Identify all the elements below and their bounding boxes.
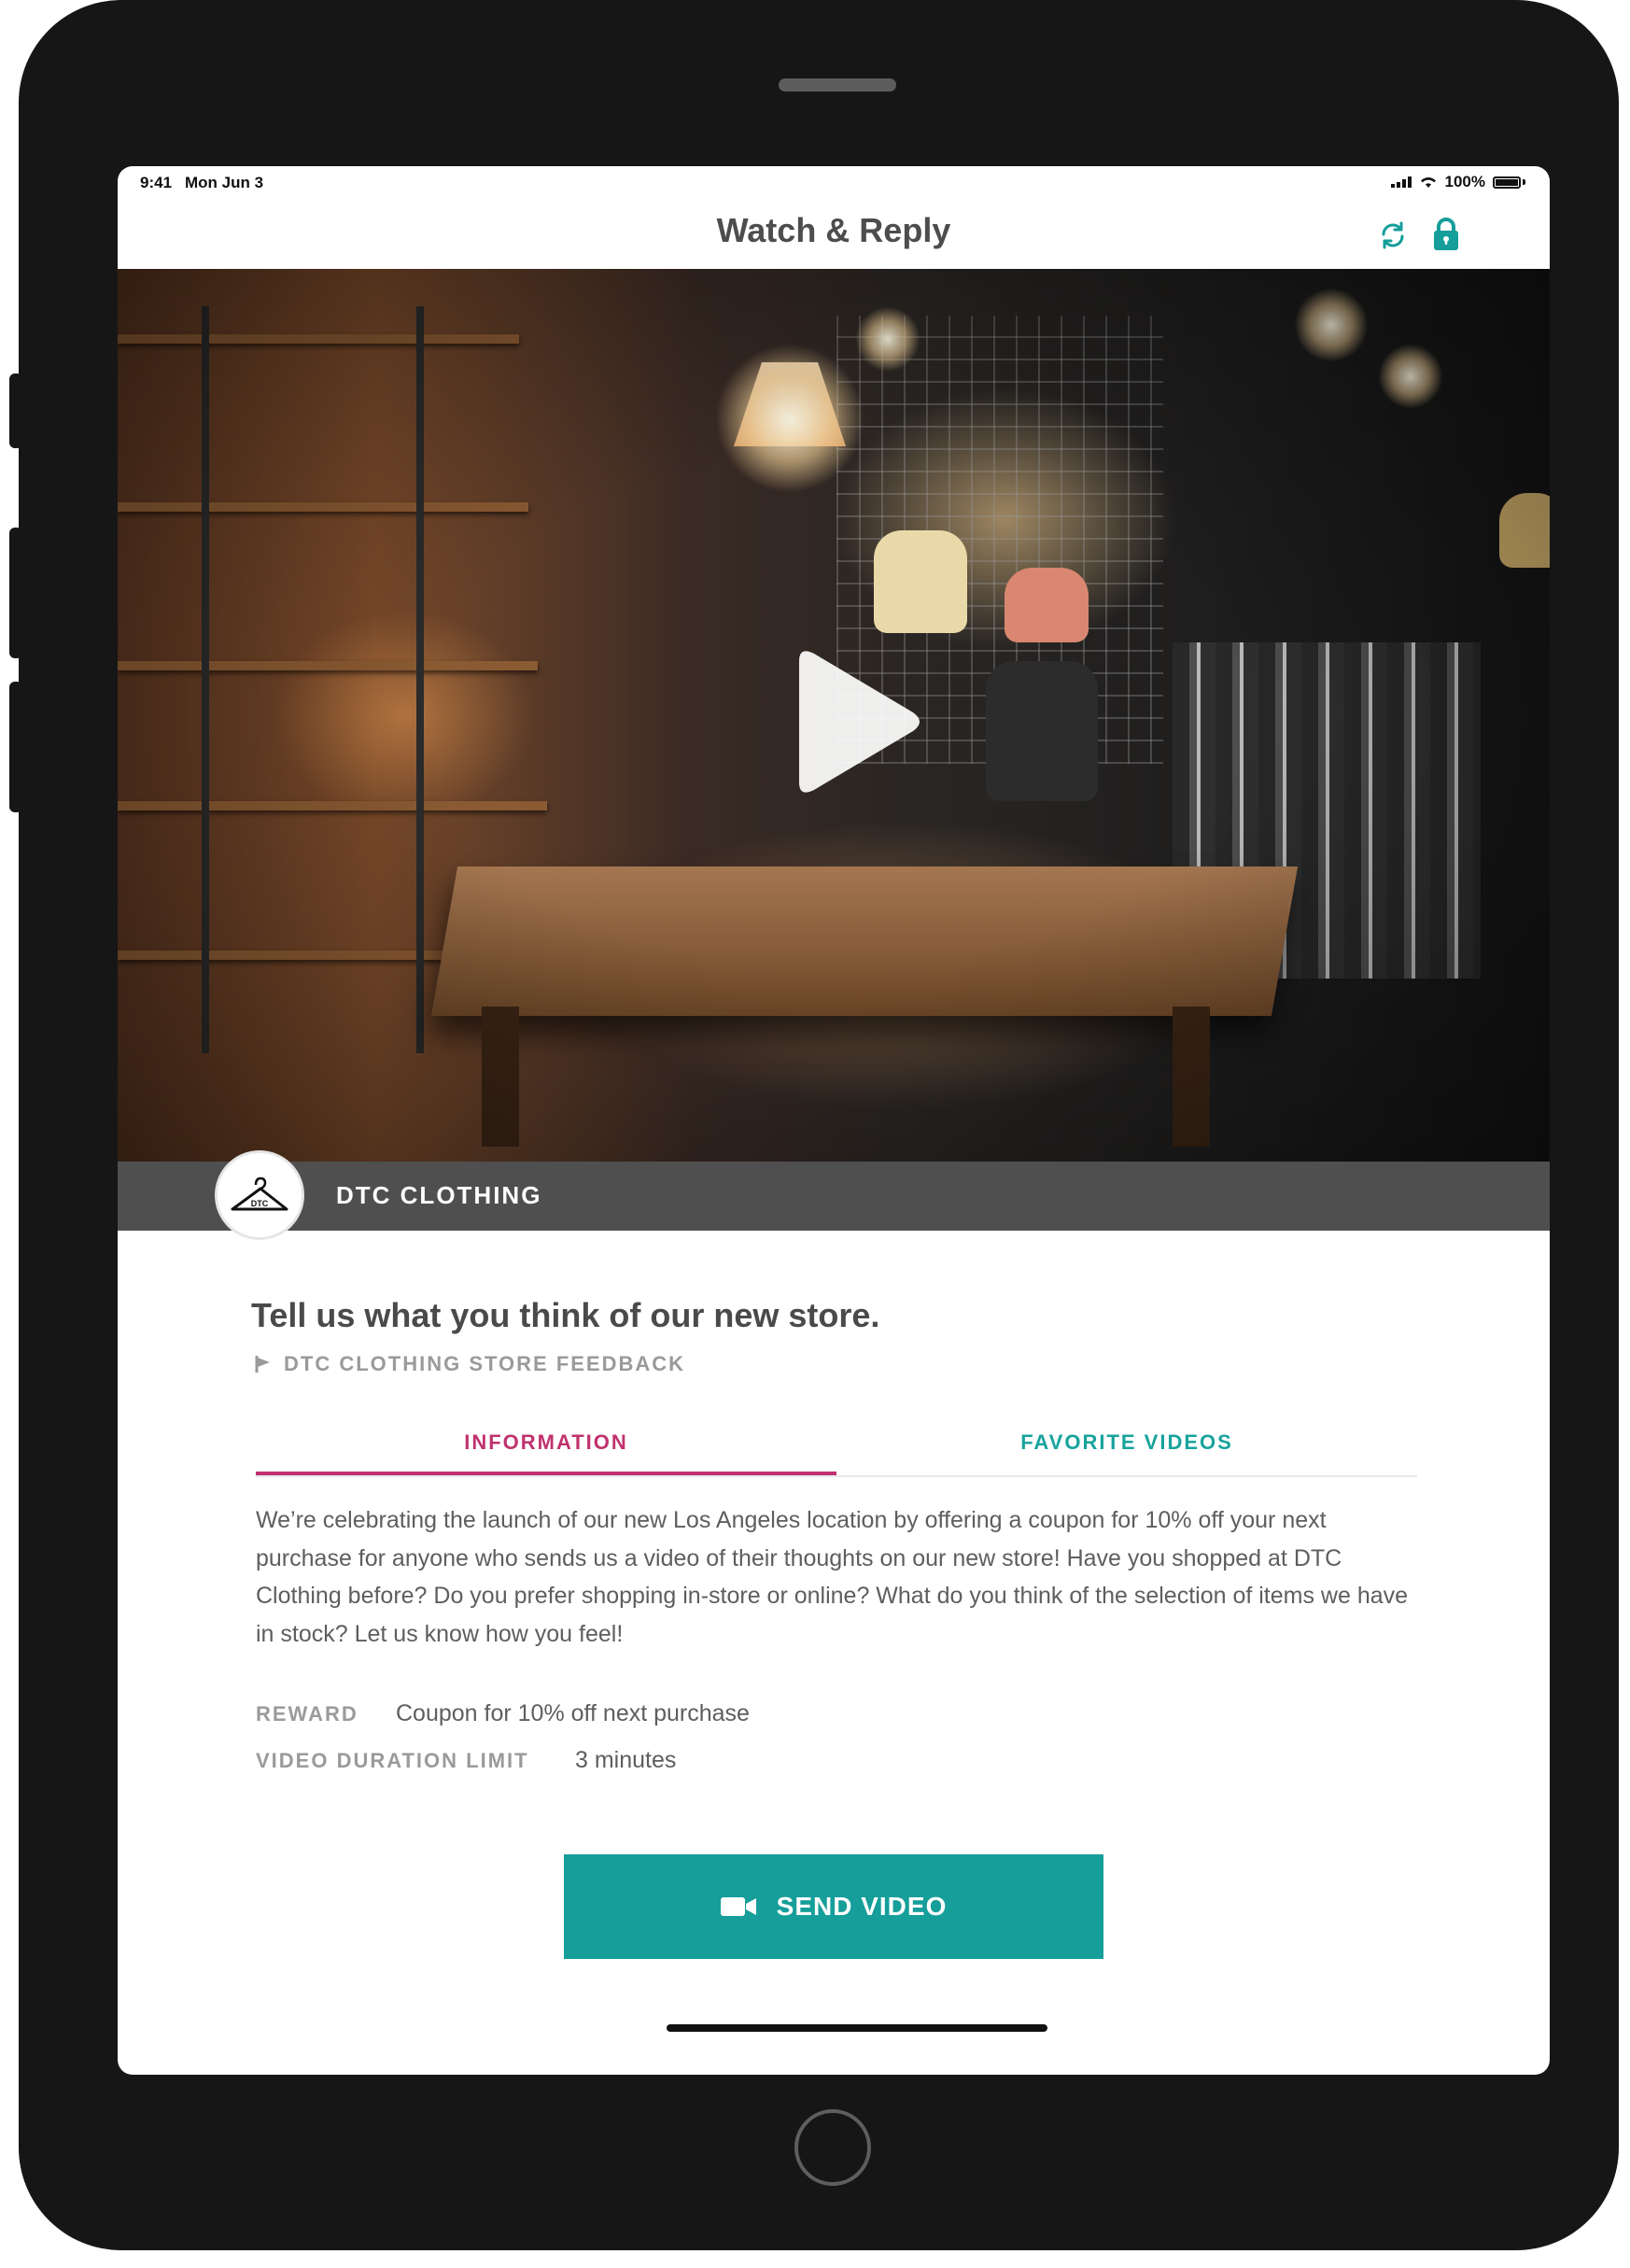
refresh-icon[interactable] <box>1376 218 1410 252</box>
cellular-signal-icon <box>1390 176 1412 188</box>
tab-information[interactable]: INFORMATION <box>256 1427 836 1475</box>
reward-label: REWARD <box>256 1702 358 1726</box>
brand-bar <box>118 1162 1550 1231</box>
duration-label: VIDEO DURATION LIMIT <box>256 1749 529 1772</box>
tablet-device-frame: 9:41 Mon Jun 3 100% Watch & Reply DTC DT… <box>19 0 1619 2250</box>
volume-up-button[interactable] <box>9 528 22 658</box>
status-date: Mon Jun 3 <box>185 174 264 191</box>
play-icon[interactable] <box>786 642 926 801</box>
duration-value: 3 minutes <box>575 1747 677 1773</box>
status-time: 9:41 <box>140 174 173 191</box>
brand-avatar[interactable]: DTC <box>215 1150 304 1240</box>
campaign-subtitle: DTC CLOTHING STORE FEEDBACK <box>254 1352 685 1376</box>
status-right: 100% <box>1390 173 1525 191</box>
reward-value: Coupon for 10% off next purchase <box>396 1700 750 1726</box>
battery-percent: 100% <box>1444 173 1485 190</box>
page-title: Watch & Reply <box>716 211 951 249</box>
send-video-button[interactable]: SEND VIDEO <box>564 1854 1103 1959</box>
campaign-subtitle-text: DTC CLOTHING STORE FEEDBACK <box>284 1352 686 1375</box>
video-camera-icon <box>720 1897 756 1916</box>
megaphone-icon <box>255 1356 270 1373</box>
tab-favorite-videos[interactable]: FAVORITE VIDEOS <box>836 1427 1417 1473</box>
status-bar: 9:41 Mon Jun 3 100% <box>118 166 1550 198</box>
home-button[interactable] <box>794 2109 871 2186</box>
video-player[interactable] <box>118 269 1550 1162</box>
hanger-logo-icon: DTC <box>231 1176 288 1211</box>
speaker-grille <box>779 78 896 92</box>
nav-bar: Watch & Reply <box>118 198 1550 269</box>
battery-icon <box>1493 176 1521 189</box>
lock-icon[interactable] <box>1430 217 1462 252</box>
brand-name: DTC CLOTHING <box>336 1181 542 1209</box>
volume-down-button[interactable] <box>9 682 22 812</box>
wifi-icon <box>1420 177 1436 188</box>
send-video-label: SEND VIDEO <box>776 1892 948 1921</box>
battery-tip <box>1523 179 1525 185</box>
campaign-headline: Tell us what you think of our new store. <box>251 1296 880 1334</box>
home-indicator[interactable] <box>667 2024 1047 2032</box>
app-screen: 9:41 Mon Jun 3 100% Watch & Reply DTC DT… <box>118 166 1550 2075</box>
tab-bar: INFORMATION FAVORITE VIDEOS <box>256 1427 1417 1477</box>
campaign-description: We’re celebrating the launch of our new … <box>256 1507 1409 1647</box>
logo-text: DTC <box>251 1199 269 1208</box>
side-button[interactable] <box>9 373 22 448</box>
